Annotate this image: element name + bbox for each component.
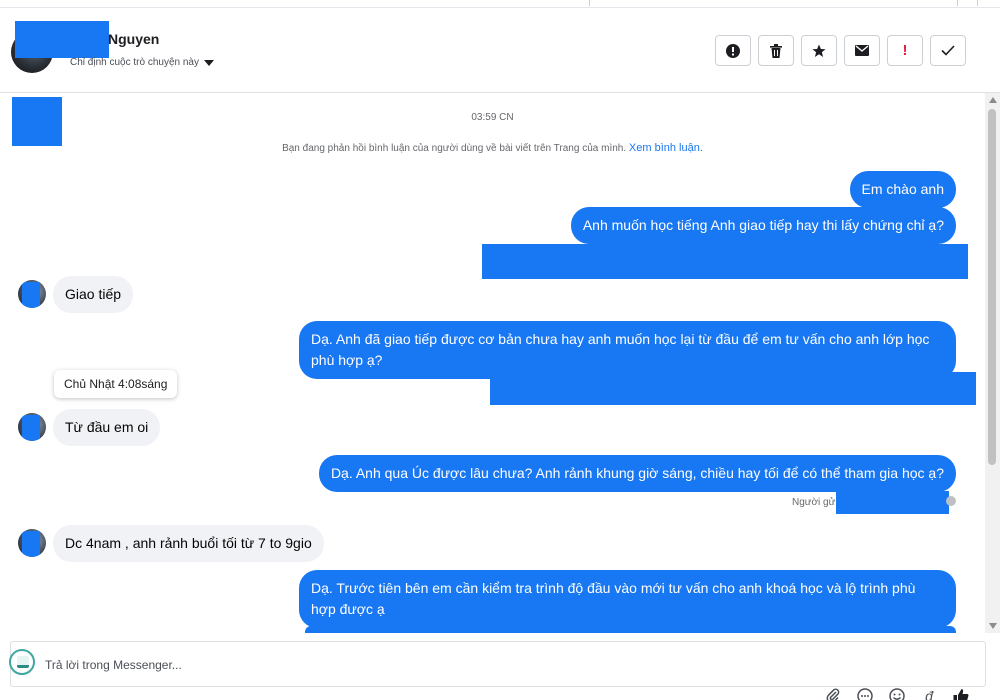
- redaction-block: [15, 21, 109, 58]
- message-outgoing[interactable]: Dạ. Anh đã giao tiếp được cơ bản chưa ha…: [299, 321, 956, 379]
- seen-indicator: [946, 496, 956, 506]
- report-button[interactable]: [715, 35, 751, 66]
- top-strip: [0, 0, 1000, 8]
- message-outgoing[interactable]: Anh muốn học tiếng Anh giao tiếp hay thi…: [570, 207, 956, 244]
- thread-scrollbar[interactable]: [985, 93, 1000, 633]
- redaction-block: [22, 531, 40, 557]
- view-comment-link[interactable]: Xem bình luận.: [629, 142, 703, 154]
- saved-replies-icon: [857, 688, 873, 700]
- redaction-block: [490, 372, 976, 405]
- comment-notice: Bạn đang phản hồi bình luận của người dù…: [0, 142, 985, 154]
- star-icon: [812, 44, 826, 57]
- contact-avatar[interactable]: [18, 413, 46, 441]
- page-logo-icon: [9, 649, 35, 675]
- trash-icon: [770, 43, 782, 58]
- composer-tools: đ: [824, 687, 970, 700]
- scroll-down-arrow-icon[interactable]: [989, 623, 997, 629]
- redaction-block: [482, 244, 968, 279]
- contact-avatar[interactable]: [18, 280, 46, 308]
- conversation-actions: !: [715, 35, 966, 66]
- redaction-block: [22, 415, 40, 441]
- report-icon: [726, 43, 740, 58]
- check-icon: [941, 45, 955, 56]
- delete-button[interactable]: [758, 35, 794, 66]
- message-outgoing[interactable]: Dạ. Trước tiên bên em cần kiểm tra trình…: [299, 570, 956, 628]
- assign-label: Chỉ định cuộc trò chuyện này: [70, 57, 199, 68]
- caret-down-icon: [203, 59, 214, 66]
- notice-text: Bạn đang phản hồi bình luận của người dù…: [282, 143, 627, 154]
- important-icon: !: [902, 42, 908, 59]
- scroll-thumb[interactable]: [988, 109, 996, 465]
- mark-done-button[interactable]: [930, 35, 966, 66]
- thumbs-up-icon: [953, 689, 969, 700]
- redaction-block: [305, 626, 956, 633]
- messenger-inbox: Nguyen Chỉ định cuộc trò chuyện này ! 03…: [0, 0, 1000, 700]
- timestamp: 03:59 CN: [471, 112, 514, 123]
- attachment-button[interactable]: [824, 687, 842, 700]
- message-incoming[interactable]: Giao tiếp: [53, 276, 134, 313]
- message-outgoing[interactable]: Dạ. Anh qua Úc được lâu chưa? Anh rảnh k…: [318, 455, 956, 492]
- scroll-up-arrow-icon[interactable]: [989, 97, 997, 103]
- contact-name[interactable]: Nguyen: [108, 31, 159, 47]
- currency-icon: đ: [925, 688, 933, 700]
- reply-input[interactable]: Trả lời trong Messenger...: [45, 658, 182, 672]
- message-incoming[interactable]: Dc 4nam , anh rảnh buổi tối từ 7 to 9gio: [53, 525, 324, 562]
- mark-unread-button[interactable]: [844, 35, 880, 66]
- payment-button[interactable]: đ: [920, 687, 938, 700]
- message-outgoing[interactable]: Em chào anh: [849, 171, 956, 208]
- envelope-icon: [855, 45, 869, 56]
- redaction-block: [836, 491, 949, 514]
- emoji-icon: [889, 688, 905, 700]
- emoji-button[interactable]: [888, 687, 906, 700]
- mark-important-button[interactable]: !: [887, 35, 923, 66]
- message-incoming[interactable]: Từ đầu em oi: [53, 409, 161, 446]
- redaction-block: [22, 282, 40, 308]
- like-button[interactable]: [952, 687, 970, 700]
- assign-conversation-dropdown[interactable]: Chỉ định cuộc trò chuyện này: [70, 57, 214, 68]
- contact-avatar[interactable]: [18, 529, 46, 557]
- sent-by-label: Người gử: [792, 497, 836, 508]
- star-button[interactable]: [801, 35, 837, 66]
- conversation-header: Nguyen Chỉ định cuộc trò chuyện này !: [0, 9, 1000, 93]
- attachment-icon: [826, 688, 840, 700]
- message-thread[interactable]: 03:59 CN Bạn đang phản hồi bình luận của…: [0, 93, 985, 633]
- time-tooltip: Chủ Nhật 4:08sáng: [54, 370, 178, 398]
- saved-replies-button[interactable]: [856, 687, 874, 700]
